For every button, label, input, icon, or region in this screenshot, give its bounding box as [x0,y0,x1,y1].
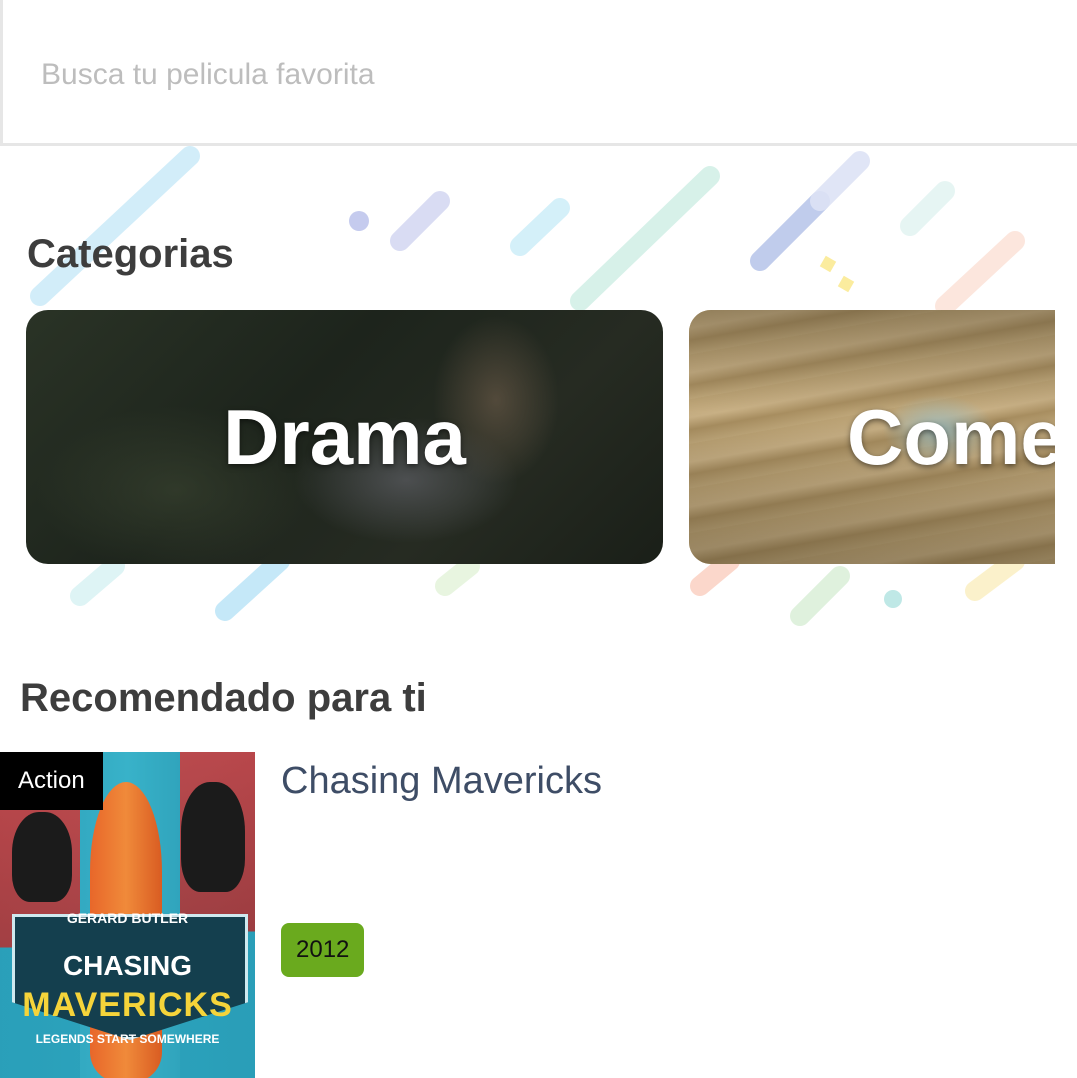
poster-title-line1: CHASING [62,950,193,981]
search-bar[interactable] [0,0,1077,146]
category-card-comedy[interactable]: Comedia [689,310,1055,564]
movie-title[interactable]: Chasing Mavericks [281,760,602,803]
search-input[interactable] [39,50,943,100]
category-label: Comedia [847,392,1055,481]
poster-tagline: LEGENDS START SOMEWHERE [35,1032,220,1046]
movie-poster[interactable]: GERARD BUTLER CHASING MAVERICKS LEGENDS … [0,752,255,1078]
category-label: Drama [223,392,466,481]
poster-credit: GERARD BUTLER [66,910,189,926]
poster-title-line2: MAVERICKS [22,986,233,1024]
year-badge: 2012 [281,923,365,977]
poster-portrait-right [181,782,245,892]
movie-list-item[interactable]: GERARD BUTLER CHASING MAVERICKS LEGENDS … [0,752,1077,1078]
recommended-heading: Recomendado para ti [20,676,427,720]
category-card-drama[interactable]: Drama [26,310,663,564]
genre-tag: Action [0,752,103,810]
poster-portrait-left [12,812,72,902]
categories-heading: Categorias [27,232,234,276]
